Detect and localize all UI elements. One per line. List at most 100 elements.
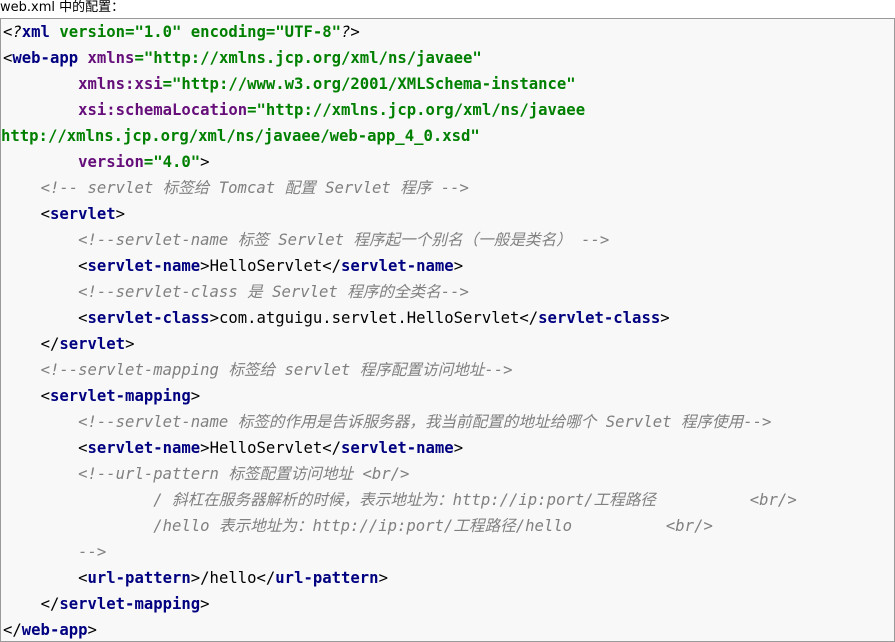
tag-bracket: >: [200, 439, 210, 457]
tag-bracket: >: [453, 439, 464, 457]
code-line-schema-location-cont: http://xmlns.jcp.org/xml/ns/javaee/web-a…: [1, 123, 480, 149]
tag-bracket: <: [3, 49, 13, 67]
pi-open: <?: [3, 23, 22, 41]
tag-bracket: >: [125, 335, 135, 353]
attr-name: xsi:schemaLocation: [78, 101, 248, 119]
xml-comment: <!--servlet-name 标签 Servlet 程序起一个别名（一般是类…: [78, 231, 610, 249]
tag-name: servlet-mapping: [49, 387, 191, 405]
code-line-servlet-mapping-close: </servlet-mapping>: [3, 591, 210, 617]
tag-name: servlet-name: [341, 439, 454, 457]
tag-bracket: </: [519, 309, 539, 327]
tag-bracket: </: [40, 595, 60, 613]
attr-value: "4.0": [153, 153, 201, 171]
code-line-version: version="4.0">: [3, 149, 210, 175]
tag-bracket: </: [322, 439, 342, 457]
tag-bracket: <: [40, 205, 50, 223]
element-text: /hello: [200, 569, 257, 587]
tag-bracket: </: [40, 335, 60, 353]
code-line-web-app-close: </web-app>: [3, 617, 97, 641]
attr-eq: =: [247, 101, 257, 119]
element-text: com.atguigu.servlet.HelloServlet: [218, 309, 520, 327]
xml-comment: -->: [78, 543, 107, 561]
code-line-comment: / 斜杠在服务器解析的时候，表示地址为：http://ip:port/工程路径 …: [3, 487, 797, 513]
xml-comment: <!--servlet-name 标签的作用是告诉服务器，我当前配置的地址给哪个…: [78, 413, 772, 431]
tag-bracket: >: [209, 309, 219, 327]
tag-name: servlet-class: [538, 309, 661, 327]
tag-bracket: </: [256, 569, 276, 587]
attr-value-version: "1.0": [134, 23, 182, 41]
code-line-web-app-open: <web-app xmlns="http://xmlns.jcp.org/xml…: [3, 45, 482, 71]
tag-bracket: <: [78, 439, 88, 457]
attr-value: "http://www.w3.org/2001/XMLSchema-instan…: [172, 75, 576, 93]
caption: web.xml 中的配置：: [0, 0, 125, 15]
pi-name: xml: [21, 23, 50, 41]
code-line-comment: <!--servlet-mapping 标签给 servlet 程序配置访问地址…: [3, 357, 513, 383]
code-line-comment: <!--servlet-name 标签 Servlet 程序起一个别名（一般是类…: [3, 227, 609, 253]
tag-bracket: </: [3, 621, 22, 639]
tag-name: servlet-name: [87, 439, 201, 457]
xml-comment: <!--servlet-mapping 标签给 servlet 程序配置访问地址…: [40, 361, 513, 379]
tag-bracket: <: [78, 257, 88, 275]
code-line-servlet-close: </servlet>: [3, 331, 135, 357]
attr-eq: =: [134, 49, 144, 67]
code-line-servlet-name: <servlet-name>HelloServlet</servlet-name…: [3, 435, 463, 461]
code-block: <?xml version="1.0" encoding="UTF-8"?> <…: [0, 18, 895, 642]
tag-name: servlet-name: [341, 257, 454, 275]
code-line-comment: <!--url-pattern 标签配置访问地址 <br/>: [3, 461, 409, 487]
code-line-servlet-name: <servlet-name>HelloServlet</servlet-name…: [3, 253, 463, 279]
xml-comment: <!-- servlet 标签给 Tomcat 配置 Servlet 程序 --…: [40, 179, 469, 197]
attr-name-encoding: encoding: [190, 23, 266, 41]
xml-comment: <!--servlet-class 是 Servlet 程序的全类名-->: [78, 283, 469, 301]
tag-bracket: >: [87, 621, 97, 639]
attr-eq: =: [265, 23, 276, 41]
tag-name: servlet: [49, 205, 116, 223]
tag-bracket: </: [322, 257, 342, 275]
tag-bracket: >: [115, 205, 126, 223]
code-line-servlet-class: <servlet-class>com.atguigu.servlet.Hello…: [3, 305, 670, 331]
attr-value: "http://xmlns.jcp.org/xml/ns/javaee": [143, 49, 482, 67]
code-line-comment: /hello 表示地址为：http://ip:port/工程路径/hello <…: [3, 513, 713, 539]
tag-name: web-app: [12, 49, 79, 67]
attr-name: xmlns: [87, 49, 135, 67]
tag-bracket: >: [453, 257, 464, 275]
attr-value: http://xmlns.jcp.org/xml/ns/javaee/web-a…: [1, 127, 480, 145]
attr-name: xmlns:xsi: [78, 75, 163, 93]
code-line-comment: <!--servlet-name 标签的作用是告诉服务器，我当前配置的地址给哪个…: [3, 409, 771, 435]
attr-name: version: [78, 153, 144, 171]
attr-eq: =: [162, 75, 172, 93]
tag-bracket: <: [40, 387, 50, 405]
code-line-comment: <!-- servlet 标签给 Tomcat 配置 Servlet 程序 --…: [3, 175, 469, 201]
attr-name-version: version: [59, 23, 126, 41]
tag-name: servlet-mapping: [59, 595, 201, 613]
code-line-servlet-open: <servlet>: [3, 201, 126, 227]
code-line-comment: -->: [3, 539, 106, 565]
code-line-xml-declaration: <?xml version="1.0" encoding="UTF-8"?>: [3, 19, 360, 45]
element-text: HelloServlet: [209, 439, 323, 457]
tag-bracket: >: [660, 309, 670, 327]
tag-name: url-pattern: [87, 569, 191, 587]
pi-close: ?>: [341, 23, 360, 41]
tag-name: url-pattern: [275, 569, 379, 587]
code-line-xmlns-xsi: xmlns:xsi="http://www.w3.org/2001/XMLSch…: [3, 71, 576, 97]
element-text: HelloServlet: [209, 257, 323, 275]
tag-name: servlet-class: [87, 309, 210, 327]
tag-bracket: >: [200, 595, 210, 613]
tag-bracket: >: [200, 257, 210, 275]
tag-name: web-app: [21, 621, 88, 639]
tag-bracket: <: [78, 309, 88, 327]
tag-bracket: >: [378, 569, 388, 587]
attr-value-encoding: "UTF-8": [275, 23, 342, 41]
code-line-schema-location: xsi:schemaLocation="http://xmlns.jcp.org…: [3, 97, 585, 123]
attr-eq: =: [143, 153, 154, 171]
xml-comment: / 斜杠在服务器解析的时候，表示地址为：http://ip:port/工程路径 …: [153, 491, 797, 509]
code-line-servlet-mapping-open: <servlet-mapping>: [3, 383, 201, 409]
tag-bracket: >: [200, 153, 210, 171]
code-line-url-pattern: <url-pattern>/hello</url-pattern>: [3, 565, 388, 591]
attr-value: "http://xmlns.jcp.org/xml/ns/javaee: [256, 101, 586, 119]
tag-bracket: >: [190, 569, 201, 587]
code-line-comment: <!--servlet-class 是 Servlet 程序的全类名-->: [3, 279, 469, 305]
xml-comment: <!--url-pattern 标签配置访问地址 <br/>: [78, 465, 410, 483]
xml-comment: /hello 表示地址为：http://ip:port/工程路径/hello <…: [153, 517, 713, 535]
tag-bracket: <: [78, 569, 88, 587]
tag-name: servlet-name: [87, 257, 201, 275]
